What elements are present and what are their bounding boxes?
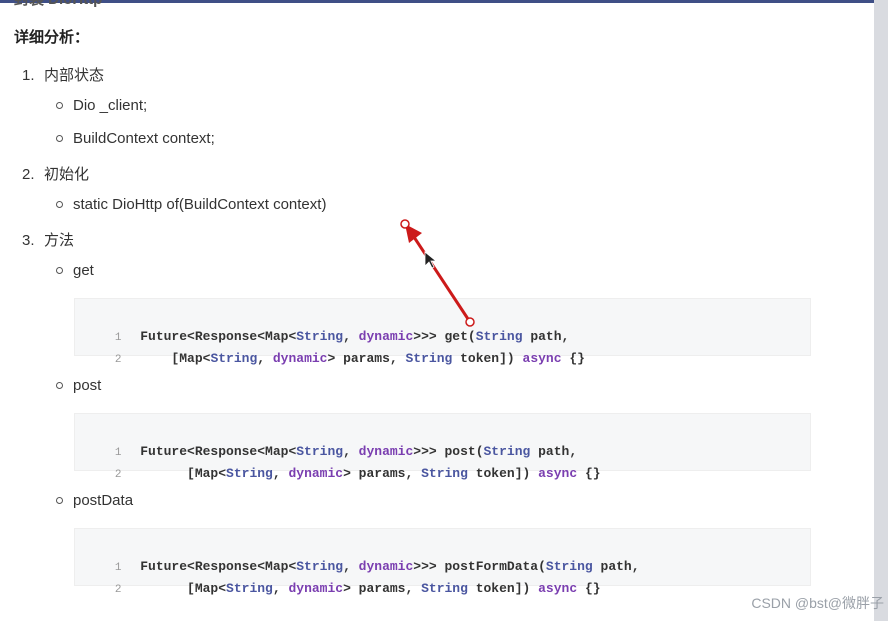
list-item: static DioHttp of(BuildContext context) xyxy=(56,196,326,213)
section-heading: 详细分析： xyxy=(14,29,90,46)
bullet-icon xyxy=(56,267,63,274)
line-number: 2 xyxy=(114,469,122,481)
annotation-start-dot-icon xyxy=(400,219,410,229)
bullet-icon xyxy=(56,135,63,142)
mouse-cursor-icon xyxy=(424,251,438,269)
line-number: 2 xyxy=(114,584,122,596)
cut-off-title: 封装 DioHttp xyxy=(14,0,102,9)
list-number: 1. xyxy=(22,67,35,84)
list-item-init: 2. 初始化 xyxy=(22,163,89,184)
watermark: CSDN @bst@微胖子 xyxy=(751,595,884,611)
code-line: 1 Future<Response<Map<String, dynamic>>> … xyxy=(75,307,569,344)
list-label: 内部状态 xyxy=(44,67,105,84)
bullet-icon xyxy=(56,201,63,208)
code-block-get: 1 Future<Response<Map<String, dynamic>>> … xyxy=(74,298,811,366)
bullet-text: post xyxy=(73,377,102,394)
list-item-post: post xyxy=(56,377,101,394)
list-number: 3. xyxy=(22,232,35,249)
code-block-postdata: 1 Future<Response<Map<String, dynamic>>> … xyxy=(74,528,811,596)
list-label: 初始化 xyxy=(44,166,90,183)
list-item-methods: 3. 方法 xyxy=(22,229,74,250)
code-line: 2 [Map<String, dynamic> params, String t… xyxy=(75,329,585,366)
bullet-icon xyxy=(56,497,63,504)
right-edge-strip xyxy=(874,0,888,621)
window-top-border xyxy=(0,0,888,3)
line-number: 2 xyxy=(114,354,122,366)
bullet-text: get xyxy=(73,262,94,279)
bullet-icon xyxy=(56,382,63,389)
bullet-text: static DioHttp of(BuildContext context) xyxy=(73,196,327,213)
code-line: 2 [Map<String, dynamic> params, String t… xyxy=(75,444,601,481)
bullet-text: BuildContext context; xyxy=(73,130,215,147)
bullet-text: postData xyxy=(73,492,134,509)
bullet-icon xyxy=(56,102,63,109)
code-line: 1 Future<Response<Map<String, dynamic>>> … xyxy=(75,537,640,574)
code-line: 1 Future<Response<Map<String, dynamic>>> … xyxy=(75,422,577,459)
list-label: 方法 xyxy=(44,232,75,249)
bullet-text: Dio _client; xyxy=(73,97,148,114)
annotation-arrow-head-icon xyxy=(405,224,422,243)
list-item-postdata: postData xyxy=(56,492,133,509)
list-number: 2. xyxy=(22,166,35,183)
list-item: BuildContext context; xyxy=(56,130,215,147)
code-line: 2 [Map<String, dynamic> params, String t… xyxy=(75,559,601,596)
code-block-post: 1 Future<Response<Map<String, dynamic>>> … xyxy=(74,413,811,481)
list-item-internal-state: 1. 内部状态 xyxy=(22,64,104,85)
list-item-get: get xyxy=(56,262,94,279)
list-item: Dio _client; xyxy=(56,97,147,114)
